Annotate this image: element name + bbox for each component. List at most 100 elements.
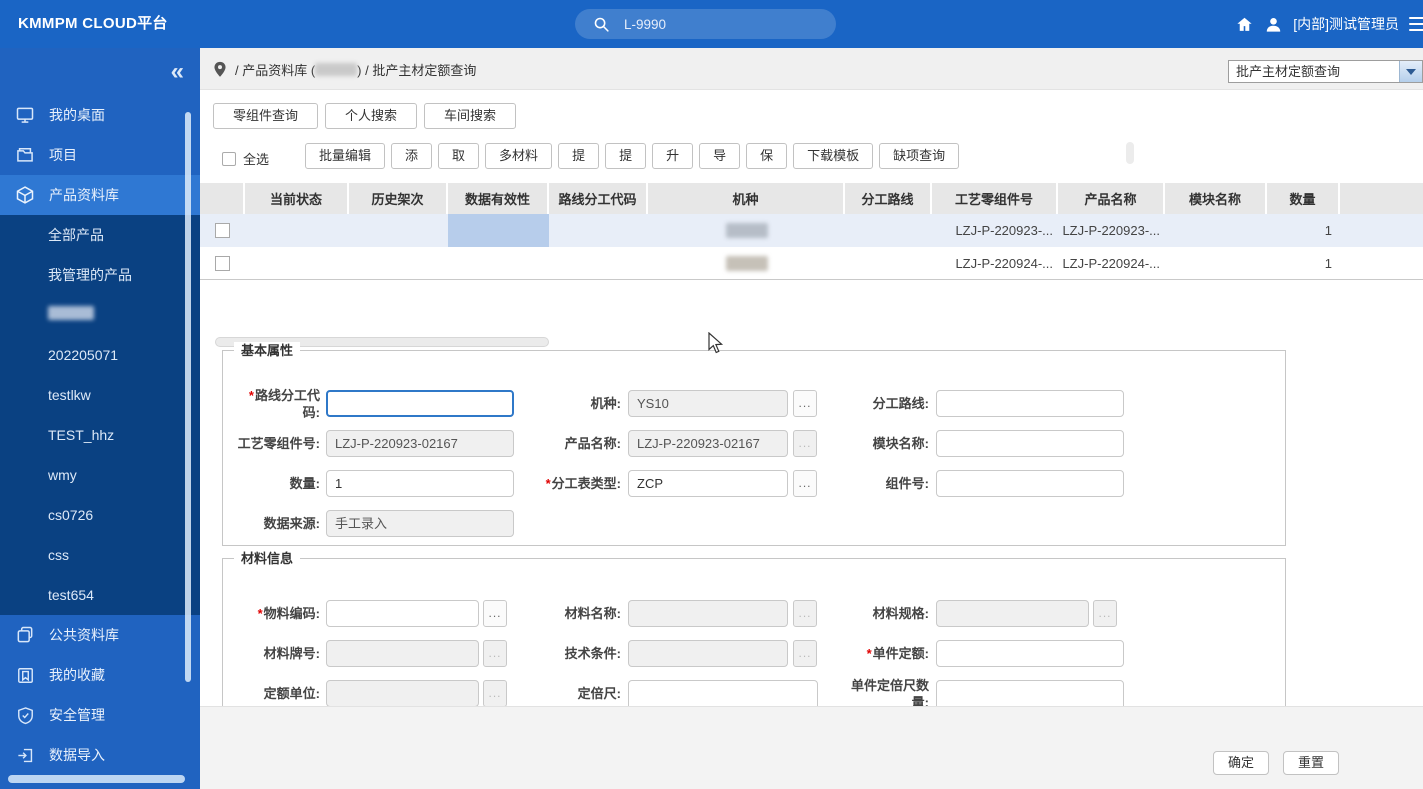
submenu-item[interactable]: wmy — [0, 455, 200, 495]
submenu-item[interactable]: TEST_hhz — [0, 415, 200, 455]
submenu-item-my-products[interactable]: 我管理的产品 — [0, 255, 200, 295]
chevron-down-icon[interactable] — [1399, 61, 1422, 82]
multi-material-button[interactable]: 多材料 — [485, 143, 552, 169]
material-grade-input[interactable] — [326, 640, 479, 667]
sidebar-horizontal-scrollbar[interactable] — [8, 775, 185, 783]
cell-data-validity-selected[interactable] — [448, 214, 549, 247]
sidebar-item-projects[interactable]: 项目 — [0, 135, 200, 175]
select-all-checkbox[interactable] — [222, 152, 236, 166]
column-header[interactable]: 分工路线 — [845, 183, 932, 214]
confirm-button[interactable]: 确定 — [1213, 751, 1269, 775]
division-route-input[interactable] — [936, 390, 1124, 417]
product-name-input[interactable]: LZJ-P-220923-02167 — [628, 430, 788, 457]
query-tabs: 零组件查询 个人搜索 车间搜索 — [213, 103, 516, 129]
cell-data-validity — [448, 247, 549, 280]
material-spec-input[interactable] — [936, 600, 1089, 627]
submenu-item-redacted[interactable] — [0, 295, 200, 335]
search-input[interactable]: L-9990 — [624, 17, 666, 32]
column-header[interactable]: 工艺零组件号 — [932, 183, 1058, 214]
form-footer: 确定 重置 — [200, 706, 1423, 789]
material-grade-label: 材料牌号: — [223, 645, 320, 662]
quota-unit-input[interactable] — [326, 680, 479, 707]
redacted-cell — [726, 223, 768, 238]
tab-part-query[interactable]: 零组件查询 — [213, 103, 318, 129]
upgrade-button[interactable]: 升 — [652, 143, 693, 169]
mini-vertical-scrollbar[interactable] — [1126, 142, 1134, 164]
column-header[interactable]: 数据有效性 — [448, 183, 549, 214]
material-code-lookup-button[interactable]: ... — [483, 600, 507, 627]
submit-button-1[interactable]: 提 — [558, 143, 599, 169]
global-search[interactable]: L-9990 — [575, 9, 836, 39]
column-header[interactable]: 产品名称 — [1058, 183, 1165, 214]
export-button[interactable]: 导 — [699, 143, 740, 169]
table-type-input[interactable]: ZCP — [628, 470, 788, 497]
qty-input[interactable]: 1 — [326, 470, 514, 497]
submenu-item[interactable]: test654 — [0, 575, 200, 615]
menu-icon[interactable] — [1409, 17, 1423, 31]
material-name-input[interactable] — [628, 600, 788, 627]
material-name-lookup-button: ... — [793, 600, 817, 627]
column-header[interactable]: 机种 — [648, 183, 845, 214]
breadcrumb-bar: / 产品资料库 ( ) / 批产主材定额查询 批产主材定额查询 — [200, 48, 1423, 90]
machine-type-input[interactable]: YS10 — [628, 390, 788, 417]
reset-button[interactable]: 重置 — [1283, 751, 1339, 775]
unit-quota-input[interactable] — [936, 640, 1124, 667]
cell-part-no: LZJ-P-220923-... — [932, 214, 1058, 247]
quota-unit-label: 定额单位: — [223, 685, 320, 702]
user-icon[interactable] — [1264, 15, 1283, 34]
add-button[interactable]: 添 — [391, 143, 432, 169]
sidebar-item-security[interactable]: 安全管理 — [0, 695, 200, 735]
submenu-item[interactable]: css — [0, 535, 200, 575]
component-no-input[interactable] — [936, 470, 1124, 497]
sidebar-item-public-library[interactable]: 公共资料库 — [0, 615, 200, 655]
row-checkbox[interactable] — [215, 256, 230, 271]
home-icon[interactable] — [1235, 15, 1254, 34]
submit-button-2[interactable]: 提 — [605, 143, 646, 169]
tab-personal-search[interactable]: 个人搜索 — [325, 103, 417, 129]
route-code-input[interactable] — [326, 390, 514, 417]
tech-condition-input[interactable] — [628, 640, 788, 667]
submenu-item[interactable]: 202205071 — [0, 335, 200, 375]
column-header[interactable]: 路线分工代码 — [549, 183, 648, 214]
missing-item-query-button[interactable]: 缺项查询 — [879, 143, 959, 169]
layers-icon — [14, 625, 36, 645]
column-header[interactable]: 历史架次 — [349, 183, 448, 214]
sidebar-vertical-scrollbar[interactable] — [185, 112, 191, 682]
module-name-input[interactable] — [936, 430, 1124, 457]
column-header[interactable]: 当前状态 — [245, 183, 349, 214]
sidebar-item-label: 我的桌面 — [49, 105, 105, 125]
part-no-input[interactable]: LZJ-P-220923-02167 — [326, 430, 514, 457]
sidebar-item-my-desktop[interactable]: 我的桌面 — [0, 95, 200, 135]
row-checkbox[interactable] — [215, 223, 230, 238]
submenu-item[interactable]: testlkw — [0, 375, 200, 415]
table-type-lookup-button[interactable]: ... — [793, 470, 817, 497]
sidebar-item-product-library[interactable]: 产品资料库 — [0, 175, 200, 215]
select-all[interactable]: 全选 — [222, 149, 269, 168]
sidebar-item-data-import[interactable]: 数据导入 — [0, 735, 200, 775]
cell-division-route — [845, 214, 932, 247]
sidebar-collapse-button[interactable]: « — [171, 60, 184, 84]
table-header-row: 当前状态 历史架次 数据有效性 路线分工代码 机种 分工路线 工艺零组件号 产品… — [200, 183, 1423, 214]
download-template-button[interactable]: 下载模板 — [793, 143, 873, 169]
machine-type-lookup-button[interactable]: ... — [793, 390, 817, 417]
tab-workshop-search[interactable]: 车间搜索 — [424, 103, 516, 129]
column-header[interactable]: 模块名称 — [1165, 183, 1267, 214]
submenu-item-all-products[interactable]: 全部产品 — [0, 215, 200, 255]
table-row[interactable]: LZJ-P-220923-... LZJ-P-220923-... 1 — [200, 214, 1423, 247]
fetch-button[interactable]: 取 — [438, 143, 479, 169]
current-user-label[interactable]: [内部]测试管理员 — [1293, 14, 1399, 34]
quota-unit-lookup-button: ... — [483, 680, 507, 707]
save-button[interactable]: 保 — [746, 143, 787, 169]
table-row[interactable]: LZJ-P-220924-... LZJ-P-220924-... 1 — [200, 247, 1423, 280]
cell-product-name: LZJ-P-220924-... — [1058, 247, 1165, 280]
material-code-input[interactable] — [326, 600, 479, 627]
data-source-input[interactable]: 手工录入 — [326, 510, 514, 537]
cube-icon — [14, 185, 36, 205]
main-content: / 产品资料库 ( ) / 批产主材定额查询 批产主材定额查询 零组件查询 个人… — [200, 48, 1423, 789]
submenu-item[interactable]: cs0726 — [0, 495, 200, 535]
breadcrumb: / 产品资料库 ( ) / 批产主材定额查询 — [213, 48, 476, 90]
page-select-dropdown[interactable]: 批产主材定额查询 — [1228, 60, 1423, 83]
column-header[interactable]: 数量 — [1267, 183, 1340, 214]
batch-edit-button[interactable]: 批量编辑 — [305, 143, 385, 169]
sidebar-item-favorites[interactable]: 我的收藏 — [0, 655, 200, 695]
